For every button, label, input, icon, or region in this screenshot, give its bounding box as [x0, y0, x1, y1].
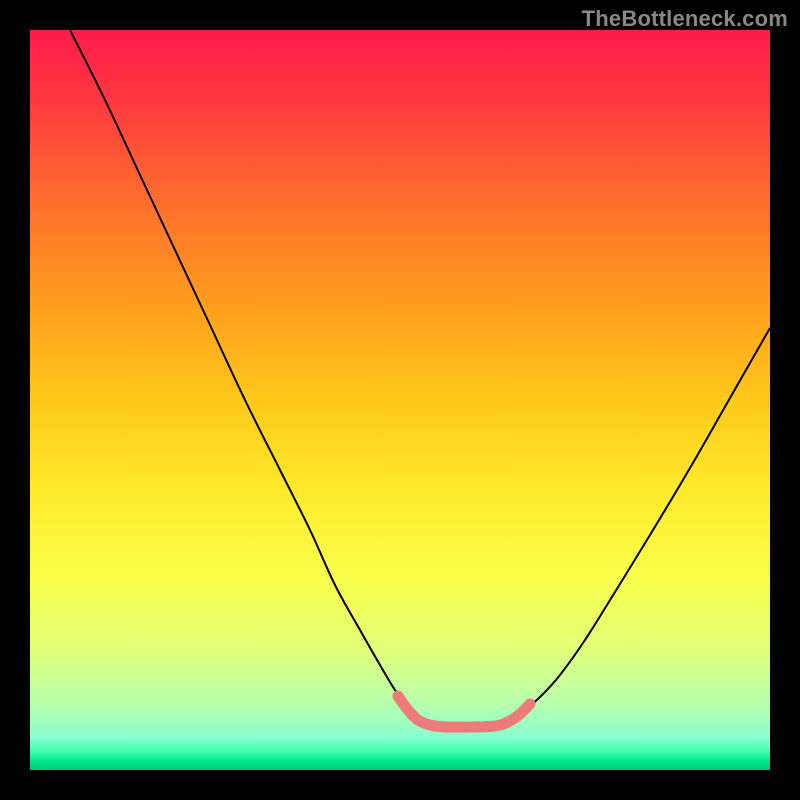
gradient-background — [30, 30, 770, 770]
chart-frame: TheBottleneck.com — [0, 0, 800, 800]
plot-area — [30, 30, 770, 770]
watermark-text: TheBottleneck.com — [582, 6, 788, 32]
